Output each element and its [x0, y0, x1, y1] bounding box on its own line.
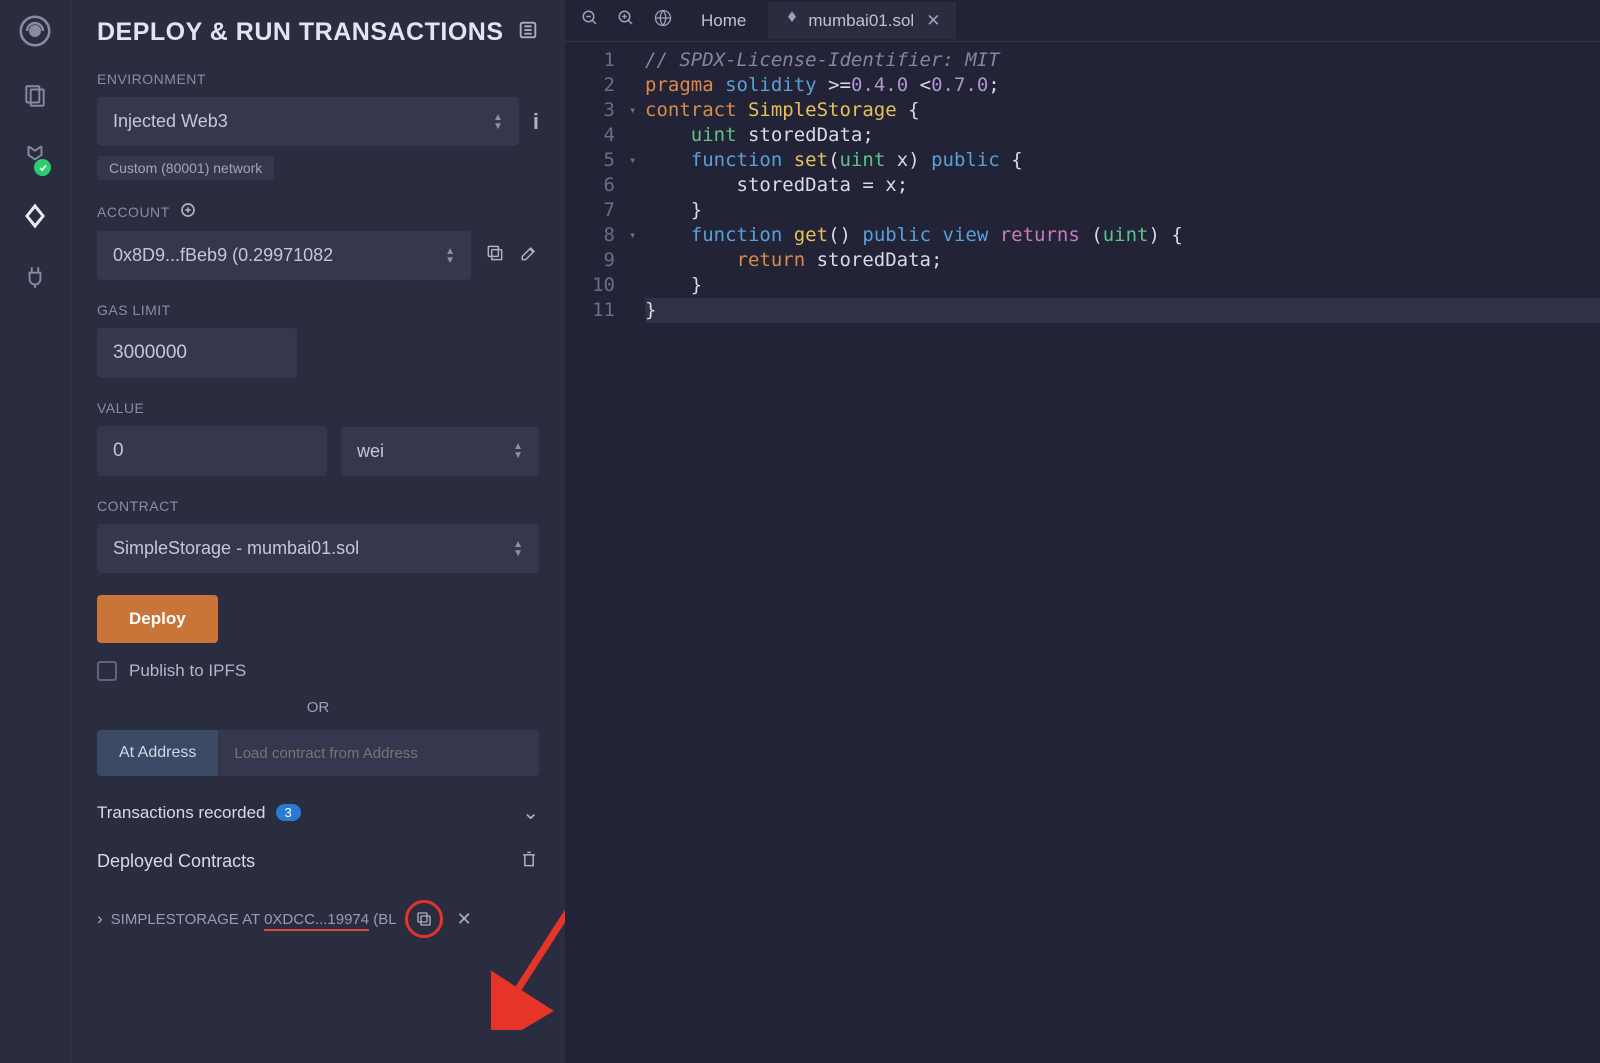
solidity-compiler-icon[interactable]	[22, 142, 48, 173]
deployed-contracts-label: Deployed Contracts	[97, 851, 255, 872]
transactions-count-badge: 3	[276, 804, 301, 821]
solidity-file-icon	[784, 10, 800, 31]
line-gutter: 1234567891011	[565, 48, 629, 323]
info-icon[interactable]: i	[533, 109, 539, 135]
remove-contract-icon[interactable]: ✕	[457, 909, 472, 930]
remix-logo-icon[interactable]	[16, 12, 54, 55]
code-editor: Home mumbai01.sol ✕ 1234567891011 ▾▾▾ //…	[565, 0, 1600, 1063]
file-explorer-icon[interactable]	[22, 83, 48, 114]
add-account-icon[interactable]	[180, 202, 196, 221]
code-body[interactable]: // SPDX-License-Identifier: MITpragma so…	[645, 48, 1600, 323]
network-chip: Custom (80001) network	[97, 156, 274, 180]
transactions-recorded-label: Transactions recorded	[97, 803, 266, 823]
zoom-in-icon[interactable]	[611, 3, 641, 38]
at-address-input[interactable]	[218, 730, 539, 776]
tab-file[interactable]: mumbai01.sol ✕	[768, 2, 956, 39]
icon-sidebar	[0, 0, 70, 1063]
or-separator: OR	[97, 699, 539, 716]
plugin-manager-icon[interactable]	[22, 264, 48, 295]
account-value: 0x8D9...fBeb9 (0.29971082	[113, 245, 333, 266]
contract-instance-label: SIMPLESTORAGE AT 0XDCC...19974 (BL	[111, 911, 397, 928]
edit-account-icon[interactable]	[519, 243, 539, 268]
compile-success-badge-icon	[34, 159, 51, 176]
tab-close-icon[interactable]: ✕	[926, 11, 940, 31]
contract-expand-icon[interactable]: ›	[97, 909, 103, 929]
publish-ipfs-label: Publish to IPFS	[129, 661, 246, 681]
copy-contract-address-button[interactable]	[405, 900, 443, 938]
value-unit-select[interactable]: wei ▲▼	[341, 427, 539, 476]
at-address-button[interactable]: At Address	[97, 730, 218, 776]
contract-label: CONTRACT	[97, 498, 539, 514]
copy-account-icon[interactable]	[485, 243, 505, 268]
publish-ipfs-checkbox[interactable]	[97, 661, 117, 681]
transactions-expand-icon[interactable]: ⌄	[522, 800, 539, 825]
value-amount-input[interactable]	[97, 426, 327, 476]
tab-home[interactable]: Home	[685, 3, 762, 39]
account-select[interactable]: 0x8D9...fBeb9 (0.29971082 ▲▼	[97, 231, 471, 280]
gas-limit-input[interactable]	[97, 328, 297, 378]
contract-select[interactable]: SimpleStorage - mumbai01.sol ▲▼	[97, 524, 539, 573]
account-label: ACCOUNT	[97, 202, 539, 221]
deploy-run-panel: DEPLOY & RUN TRANSACTIONS ENVIRONMENT In…	[70, 0, 565, 1063]
fold-gutter: ▾▾▾	[629, 48, 645, 323]
clear-deployed-icon[interactable]	[519, 849, 539, 874]
annotation-arrow-icon	[491, 850, 565, 1030]
environment-value: Injected Web3	[113, 111, 228, 132]
environment-select[interactable]: Injected Web3 ▲▼	[97, 97, 519, 146]
deploy-run-icon[interactable]	[20, 201, 50, 236]
home-globe-icon[interactable]	[647, 2, 679, 39]
panel-title: DEPLOY & RUN TRANSACTIONS	[97, 18, 504, 47]
value-label: VALUE	[97, 400, 539, 416]
deployed-contract-row: › SIMPLESTORAGE AT 0XDCC...19974 (BL ✕	[97, 900, 539, 938]
editor-tabbar: Home mumbai01.sol ✕	[565, 0, 1600, 42]
panel-settings-icon[interactable]	[517, 19, 539, 46]
deploy-button[interactable]: Deploy	[97, 595, 218, 643]
zoom-out-icon[interactable]	[575, 3, 605, 38]
environment-label: ENVIRONMENT	[97, 71, 539, 87]
gas-limit-label: GAS LIMIT	[97, 302, 539, 318]
